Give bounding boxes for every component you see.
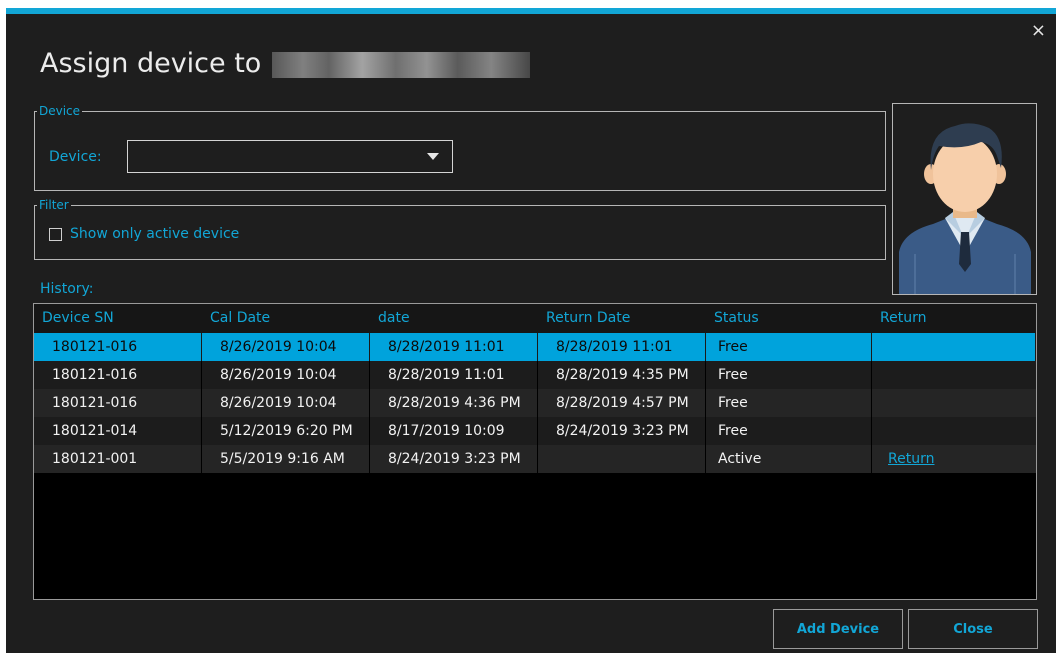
cell-return [872,333,1036,361]
cell-cal-date: 8/26/2019 10:04 [202,361,370,389]
column-header-cal-date[interactable]: Cal Date [202,304,370,333]
cell-status: Free [706,417,872,445]
cell-status: Free [706,361,872,389]
show-active-checkbox-row[interactable]: Show only active device [49,226,239,242]
cell-device-sn: 180121-014 [34,417,202,445]
history-table: Device SN Cal Date date Return Date Stat… [33,303,1037,600]
column-header-return-date[interactable]: Return Date [538,304,706,333]
cell-return [872,361,1036,389]
cell-cal-date: 5/5/2019 9:16 AM [202,445,370,473]
history-label: History: [40,281,94,297]
cell-return [872,417,1036,445]
cell-cal-date: 8/26/2019 10:04 [202,389,370,417]
dialog-title-text: Assign device to [40,48,262,79]
return-link[interactable]: Return [888,451,934,467]
cell-cal-date: 8/26/2019 10:04 [202,333,370,361]
table-row[interactable]: 180121-016 8/26/2019 10:04 8/28/2019 11:… [34,361,1036,389]
device-dropdown[interactable] [127,140,453,173]
close-icon[interactable]: × [1031,22,1046,40]
show-active-checkbox[interactable] [49,227,62,241]
cell-device-sn: 180121-016 [34,361,202,389]
cell-date: 8/28/2019 11:01 [370,361,538,389]
column-header-status[interactable]: Status [706,304,872,333]
device-group-legend: Device [39,104,81,118]
cell-return-date: 8/28/2019 11:01 [538,333,706,361]
column-header-date[interactable]: date [370,304,538,333]
cell-return-date: 8/28/2019 4:57 PM [538,389,706,417]
cell-device-sn: 180121-001 [34,445,202,473]
assign-device-dialog: × Assign device to Device Device: Filter… [6,8,1056,653]
cell-date: 8/24/2019 3:23 PM [370,445,538,473]
device-label: Device: [49,149,102,165]
show-active-label[interactable]: Show only active device [70,226,239,242]
cell-return: Return [872,445,1036,473]
close-button[interactable]: Close [908,609,1038,649]
cell-device-sn: 180121-016 [34,389,202,417]
cell-return-date: 8/24/2019 3:23 PM [538,417,706,445]
table-row[interactable]: 180121-016 8/26/2019 10:04 8/28/2019 4:3… [34,389,1036,417]
cell-date: 8/28/2019 11:01 [370,333,538,361]
cell-status: Free [706,389,872,417]
cell-device-sn: 180121-016 [34,333,202,361]
table-header: Device SN Cal Date date Return Date Stat… [34,304,1036,333]
filter-group: Filter Show only active device [34,198,886,260]
filter-group-legend: Filter [39,198,69,212]
add-device-button[interactable]: Add Device [773,609,903,649]
cell-status: Active [706,445,872,473]
table-row[interactable]: 180121-016 8/26/2019 10:04 8/28/2019 11:… [34,333,1036,361]
chevron-down-icon[interactable] [427,153,439,160]
cell-return-date [538,445,706,473]
table-row[interactable]: 180121-001 5/5/2019 9:16 AM 8/24/2019 3:… [34,445,1036,473]
cell-cal-date: 5/12/2019 6:20 PM [202,417,370,445]
user-avatar-frame [892,103,1037,295]
device-group: Device Device: [34,104,886,191]
cell-date: 8/17/2019 10:09 [370,417,538,445]
redacted-user-name [271,51,530,78]
user-avatar-icon [899,123,1031,294]
cell-return-date: 8/28/2019 4:35 PM [538,361,706,389]
cell-date: 8/28/2019 4:36 PM [370,389,538,417]
column-header-device-sn[interactable]: Device SN [34,304,202,333]
table-row[interactable]: 180121-014 5/12/2019 6:20 PM 8/17/2019 1… [34,417,1036,445]
dialog-title: Assign device to [40,47,530,81]
cell-return [872,389,1036,417]
cell-status: Free [706,333,872,361]
column-header-return[interactable]: Return [872,304,1036,333]
